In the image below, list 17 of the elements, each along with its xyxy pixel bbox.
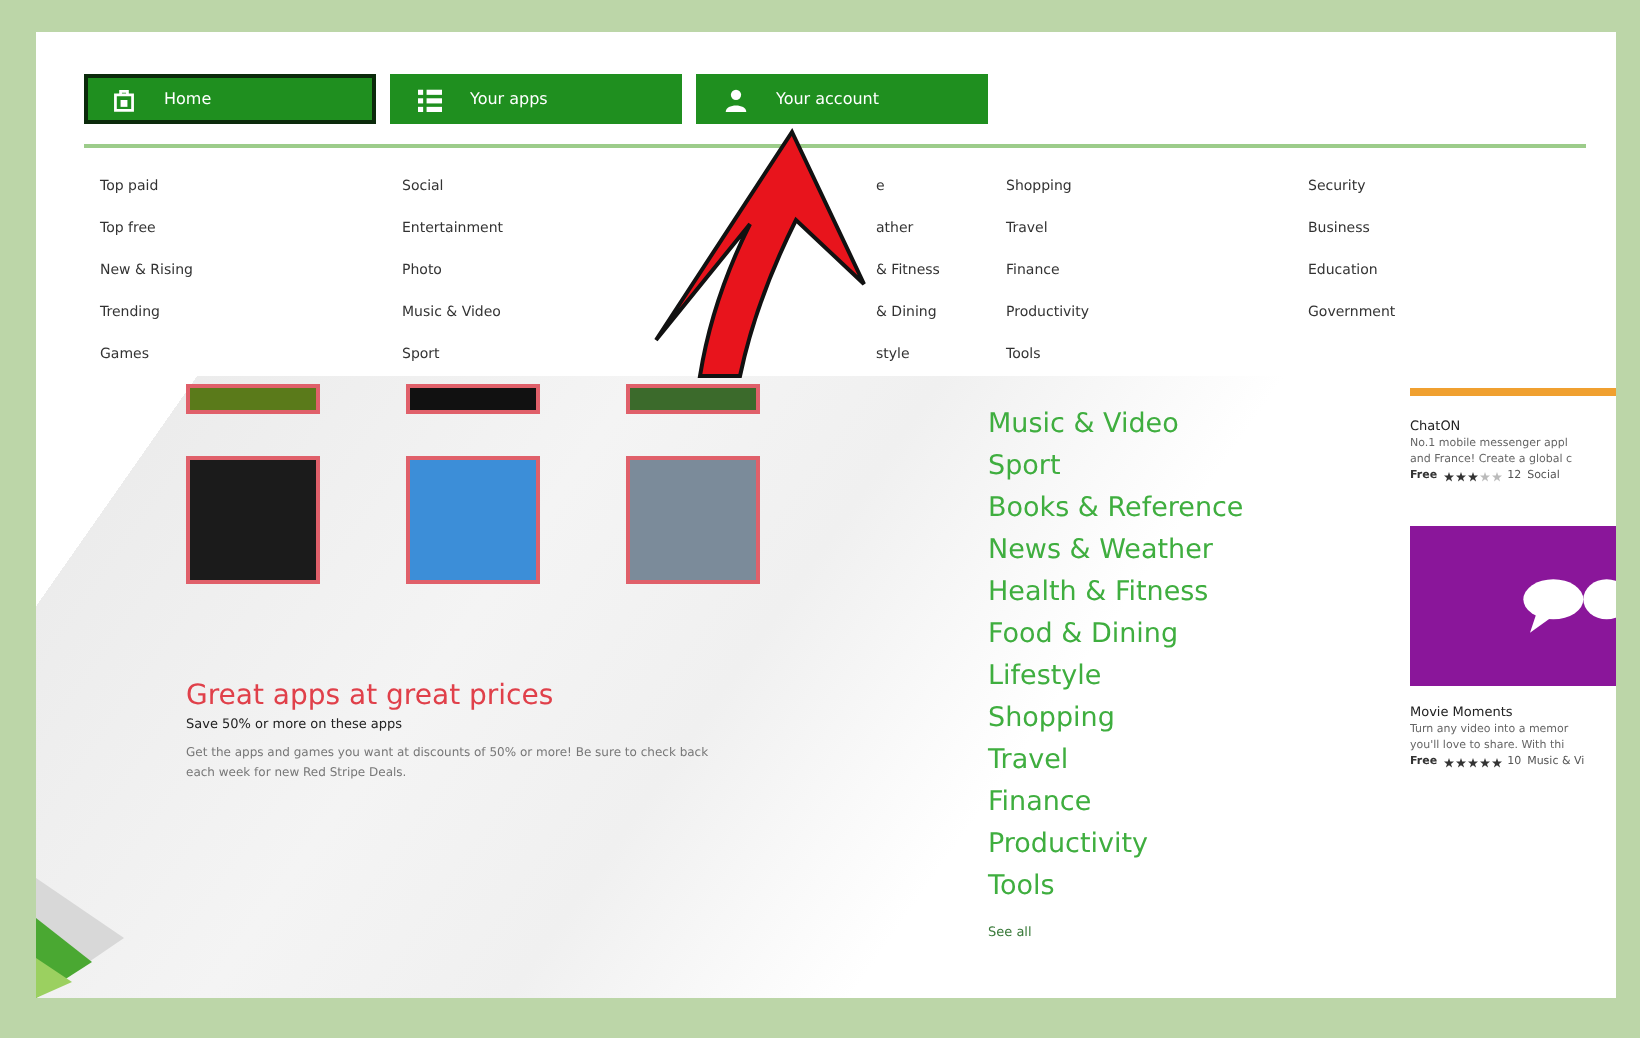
nav-tab[interactable]: Your apps bbox=[390, 74, 682, 124]
app-tile[interactable] bbox=[186, 384, 320, 414]
list-icon bbox=[418, 87, 442, 111]
app-tile[interactable] bbox=[626, 456, 760, 584]
shopping-bag-icon bbox=[112, 87, 136, 111]
corner-decoration-drawing bbox=[36, 878, 124, 998]
app-banner[interactable] bbox=[1410, 388, 1616, 396]
promo-title: Great apps at great prices bbox=[186, 680, 556, 712]
app-tile[interactable] bbox=[626, 384, 760, 414]
app-tile[interactable] bbox=[186, 456, 320, 584]
nav-tab[interactable]: Your account bbox=[696, 74, 988, 124]
nav-tab[interactable]: Home bbox=[84, 74, 376, 124]
app-tile[interactable] bbox=[1410, 526, 1616, 686]
person-icon bbox=[724, 87, 748, 111]
app-tile[interactable] bbox=[406, 384, 540, 414]
app-tile[interactable] bbox=[406, 456, 540, 584]
speech-bubbles-icon bbox=[1520, 576, 1616, 636]
